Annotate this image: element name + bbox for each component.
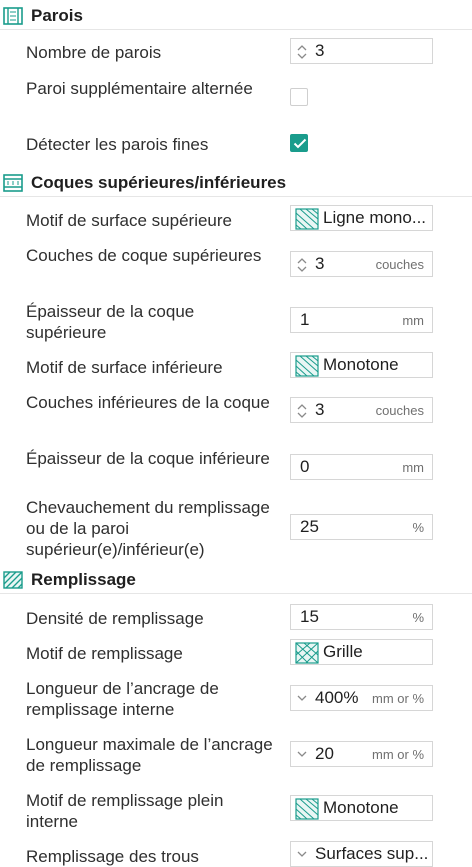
top-layers-value[interactable]: 3 (315, 254, 324, 274)
top-pattern-dropdown[interactable]: Ligne mono... (290, 205, 433, 231)
detect-thin-walls-checkbox[interactable] (290, 134, 308, 152)
solid-pattern-value[interactable]: Monotone (323, 798, 399, 818)
top-thickness-value[interactable]: 1 (300, 310, 309, 330)
gap-fill-value[interactable]: Surfaces sup... (315, 844, 428, 864)
grid-pattern-icon (295, 642, 319, 664)
wall-count-value[interactable]: 3 (315, 41, 324, 61)
walls-section-header: Parois (0, 3, 472, 30)
top-pattern-label: Motif de surface supérieure (26, 211, 232, 230)
infill-pattern-value[interactable]: Grille (323, 642, 363, 662)
infill-density-unit: % (412, 610, 424, 625)
alternating-wall-label: Paroi supplémentaire alternée (26, 79, 253, 98)
monotonic-line-pattern-icon (295, 208, 319, 230)
spinner-arrows-icon[interactable] (296, 402, 308, 420)
anchor-length-value[interactable]: 400% (315, 688, 358, 708)
solid-pattern-dropdown[interactable]: Monotone (290, 795, 433, 821)
anchor-max-label: Longueur maximale de l’ancrage de rempli… (26, 735, 273, 775)
overlap-unit: % (412, 520, 424, 535)
monotone-pattern-icon (295, 798, 319, 820)
bottom-pattern-value[interactable]: Monotone (323, 355, 399, 375)
infill-section-title: Remplissage (31, 570, 136, 589)
anchor-length-combobox[interactable]: 400% mm or % (290, 685, 433, 711)
walls-section-title: Parois (31, 6, 83, 25)
bottom-layers-value[interactable]: 3 (315, 400, 324, 420)
anchor-max-value[interactable]: 20 (315, 744, 334, 764)
checkmark-icon (293, 138, 307, 149)
monotone-pattern-icon (295, 355, 319, 377)
wall-count-spinbox[interactable]: 3 (290, 38, 433, 64)
shells-section-header: Coques supérieures/inférieures (0, 170, 472, 197)
anchor-max-combobox[interactable]: 20 mm or % (290, 741, 433, 767)
bottom-layers-spinbox[interactable]: 3 couches (290, 397, 433, 423)
top-thickness-input[interactable]: 1 mm (290, 307, 433, 333)
bottom-pattern-dropdown[interactable]: Monotone (290, 352, 433, 378)
gap-fill-dropdown[interactable]: Surfaces sup... (290, 841, 433, 867)
chevron-down-icon[interactable] (297, 750, 307, 758)
infill-section-header: Remplissage (0, 567, 472, 594)
wall-count-label: Nombre de parois (26, 43, 162, 62)
overlap-input[interactable]: 25 % (290, 514, 433, 540)
infill-section-icon (3, 571, 23, 589)
infill-pattern-dropdown[interactable]: Grille (290, 639, 433, 665)
top-layers-spinbox[interactable]: 3 couches (290, 251, 433, 277)
bottom-thickness-input[interactable]: 0 mm (290, 454, 433, 480)
top-thickness-label: Épaisseur de la coque supérieure (26, 302, 195, 342)
bottom-pattern-label: Motif de surface inférieure (26, 358, 223, 377)
spinner-arrows-icon[interactable] (296, 43, 308, 61)
chevron-down-icon[interactable] (297, 694, 307, 702)
spinner-arrows-icon[interactable] (296, 256, 308, 274)
anchor-length-unit: mm or % (372, 691, 424, 706)
infill-pattern-label: Motif de remplissage (26, 644, 183, 663)
infill-density-value[interactable]: 15 (300, 607, 319, 627)
top-pattern-value[interactable]: Ligne mono... (323, 208, 426, 228)
bottom-thickness-value[interactable]: 0 (300, 457, 309, 477)
top-thickness-unit: mm (402, 313, 424, 328)
top-layers-label: Couches de coque supérieures (26, 246, 262, 265)
shells-section-icon (3, 174, 23, 192)
walls-section-icon (3, 7, 23, 25)
alternating-wall-checkbox[interactable] (290, 88, 308, 106)
infill-density-input[interactable]: 15 % (290, 604, 433, 630)
overlap-value[interactable]: 25 (300, 517, 319, 537)
section-divider (0, 196, 472, 197)
bottom-thickness-label: Épaisseur de la coque inférieure (26, 449, 270, 468)
chevron-down-icon[interactable] (297, 850, 307, 858)
section-divider (0, 593, 472, 594)
detect-thin-walls-label: Détecter les parois fines (26, 135, 209, 154)
section-divider (0, 29, 472, 30)
anchor-length-label: Longueur de l’ancrage de remplissage int… (26, 679, 219, 719)
bottom-layers-unit: couches (375, 403, 424, 418)
bottom-layers-label: Couches inférieures de la coque (26, 393, 270, 412)
top-layers-unit: couches (375, 257, 424, 272)
bottom-thickness-unit: mm (402, 460, 424, 475)
solid-pattern-label: Motif de remplissage plein interne (26, 791, 224, 831)
overlap-label: Chevauchement du remplissage ou de la pa… (26, 498, 270, 559)
anchor-max-unit: mm or % (372, 747, 424, 762)
infill-density-label: Densité de remplissage (26, 609, 204, 628)
gap-fill-label: Remplissage des trous (26, 847, 199, 866)
shells-section-title: Coques supérieures/inférieures (31, 173, 287, 192)
